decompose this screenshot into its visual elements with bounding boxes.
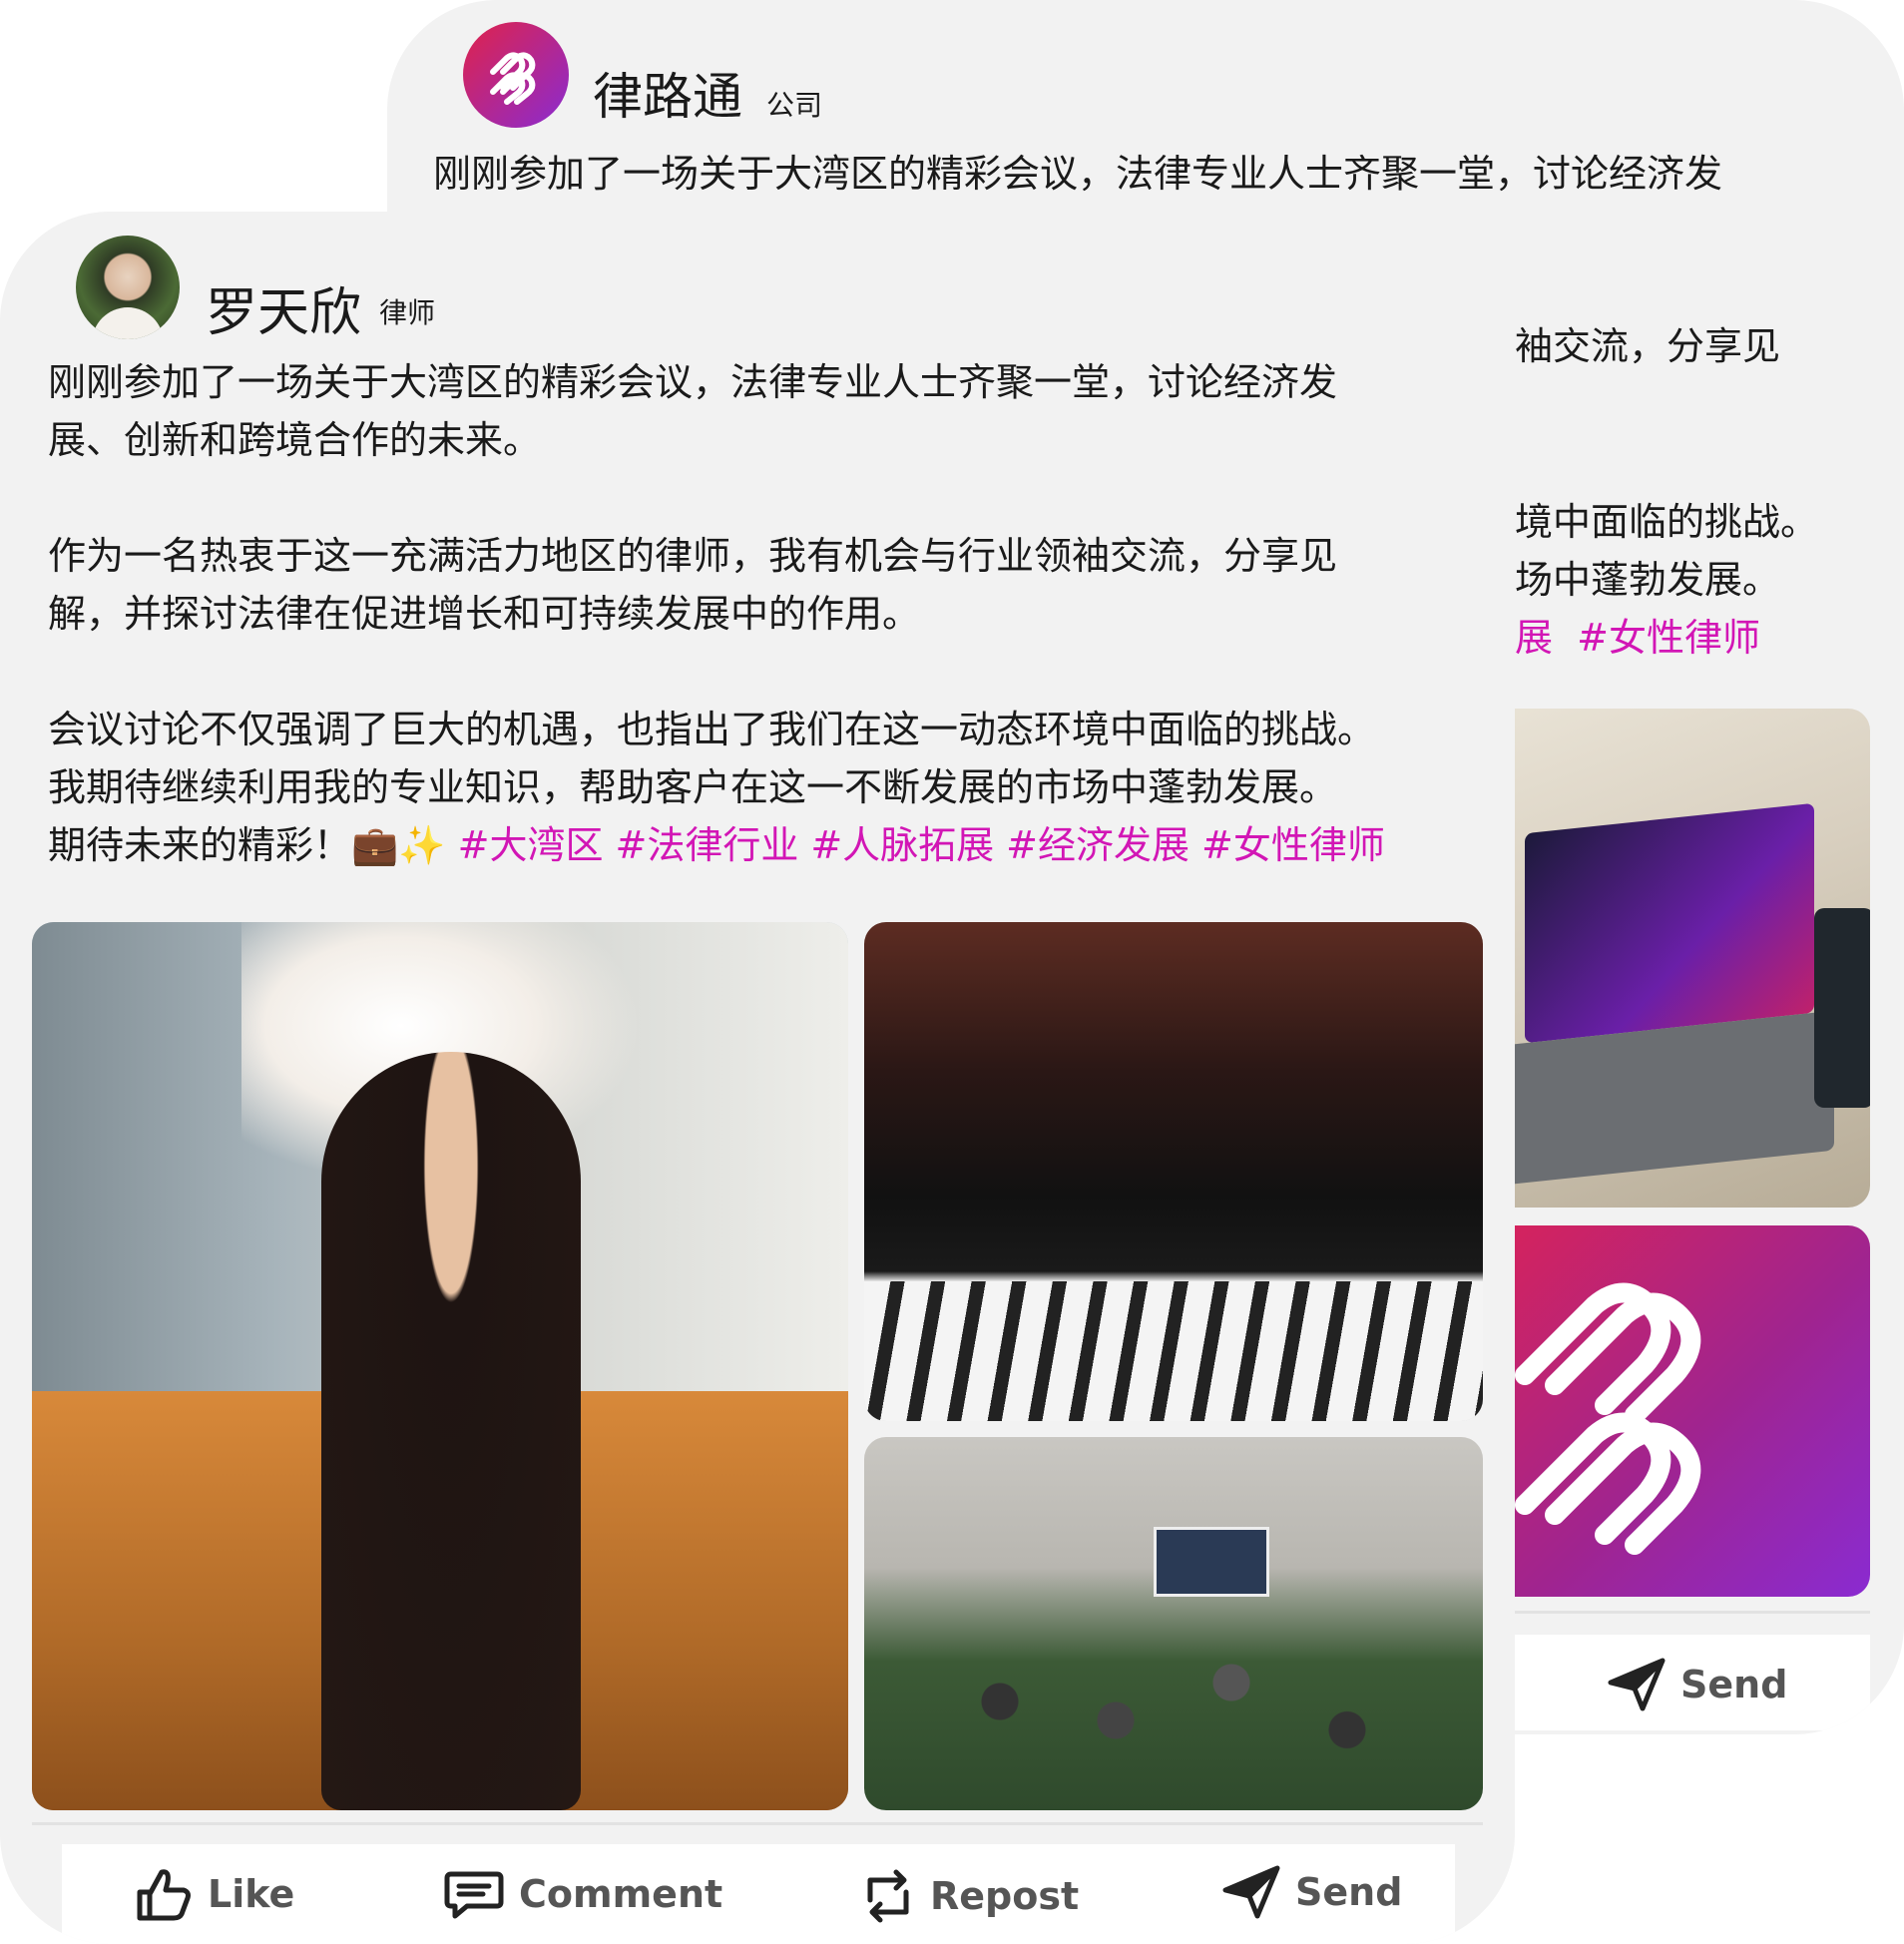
presentation-screen	[1154, 1527, 1269, 1597]
photo-lawyer-office[interactable]	[32, 922, 848, 1810]
brand-graphic[interactable]	[1485, 1225, 1870, 1597]
repost-button[interactable]: Repost	[860, 1864, 1079, 1928]
divider	[32, 1822, 1483, 1825]
post-text: 刚刚参加了一场关于大湾区的精彩会议，法律专业人士齐聚一堂，讨论经济发 展、创新和…	[48, 353, 1475, 874]
woman-figure	[321, 1052, 581, 1810]
lawyer-post-card: 罗天欣 律师 刚刚参加了一场关于大湾区的精彩会议，法律专业人士齐聚一堂，讨论经济…	[0, 212, 1515, 1944]
company-logo[interactable]	[463, 22, 569, 128]
like-icon	[137, 1869, 191, 1921]
author-name[interactable]: 罗天欣	[206, 287, 361, 339]
laptop-screen	[1525, 802, 1814, 1044]
hashtag-fragment[interactable]: 展 #女性律师	[1515, 609, 1760, 667]
hashtag-fragment-text[interactable]: 展	[1515, 616, 1553, 660]
like-label: Like	[208, 1872, 295, 1916]
hashtag-women-lawyer[interactable]: #女性律师	[1201, 823, 1385, 867]
repost-label: Repost	[930, 1874, 1080, 1918]
audience	[884, 1607, 1463, 1796]
author-role-label: 律师	[379, 296, 436, 329]
send-label: Send	[1295, 1870, 1403, 1914]
hashtag-economic-development[interactable]: #经济发展	[1006, 823, 1190, 867]
text-line: 展、创新和跨境合作的未来。	[48, 418, 542, 462]
laptop-photo[interactable]	[1485, 709, 1870, 1208]
divider	[1485, 1611, 1870, 1614]
comment-label: Comment	[519, 1872, 723, 1916]
send-button[interactable]: Send	[1221, 1864, 1402, 1920]
brand-mark-icon	[1515, 1282, 1701, 1555]
avatar-shoulders	[92, 307, 164, 339]
text-line: 会议讨论不仅强调了巨大的机遇，也指出了我们在这一动态环境中面临的挑战。	[48, 708, 1376, 751]
hashtag-women-lawyer[interactable]: #女性律师	[1577, 616, 1760, 660]
phone-device	[1814, 908, 1870, 1108]
comment-icon	[444, 1871, 504, 1919]
like-button[interactable]: Like	[134, 1864, 294, 1924]
text-fragment: 袖交流，分享见	[1515, 324, 1781, 368]
photo-piano[interactable]	[864, 922, 1483, 1421]
text-line: 我期待继续利用我的专业知识，帮助客户在这一不断发展的市场中蓬勃发展。	[48, 765, 1338, 809]
photo-seminar-room[interactable]	[864, 1437, 1483, 1810]
text-line: 解，并探讨法律在促进增长和可持续发展中的作用。	[48, 592, 921, 636]
company-send-button[interactable]: Send	[1607, 1657, 1787, 1712]
hashtag-networking[interactable]: #人脉拓展	[810, 823, 994, 867]
comment-button[interactable]: Comment	[443, 1864, 722, 1924]
text-line: 期待未来的精彩！💼✨	[48, 823, 446, 867]
send-icon	[1608, 1658, 1666, 1711]
piano-keys	[864, 1281, 1483, 1421]
text-line: 作为一名热衷于这一充满活力地区的律师，我有机会与行业领袖交流，分享见	[48, 534, 1338, 578]
send-icon	[1222, 1865, 1280, 1919]
send-label: Send	[1680, 1663, 1788, 1706]
brand-logo-icon	[490, 52, 536, 105]
hashtag-greater-bay-area[interactable]: #大湾区	[458, 823, 604, 867]
company-name[interactable]: 律路通	[593, 72, 742, 122]
company-role-label: 公司	[766, 89, 823, 122]
repost-icon	[867, 1869, 909, 1923]
hashtag-legal-industry[interactable]: #法律行业	[615, 823, 798, 867]
text-fragment: 场中蓬勃发展。	[1515, 558, 1781, 602]
text-line: 刚刚参加了一场关于大湾区的精彩会议，法律专业人士齐聚一堂，讨论经济发	[48, 360, 1338, 404]
text-fragment: 境中面临的挑战。	[1515, 500, 1819, 544]
text-line: 刚刚参加了一场关于大湾区的精彩会议，法律专业人士齐聚一堂，讨论经济发	[433, 152, 1723, 196]
avatar[interactable]	[76, 236, 180, 339]
text-line-with-hashtags: 期待未来的精彩！💼✨ #大湾区 #法律行业 #人脉拓展 #经济发展 #女性律师	[48, 816, 1475, 874]
